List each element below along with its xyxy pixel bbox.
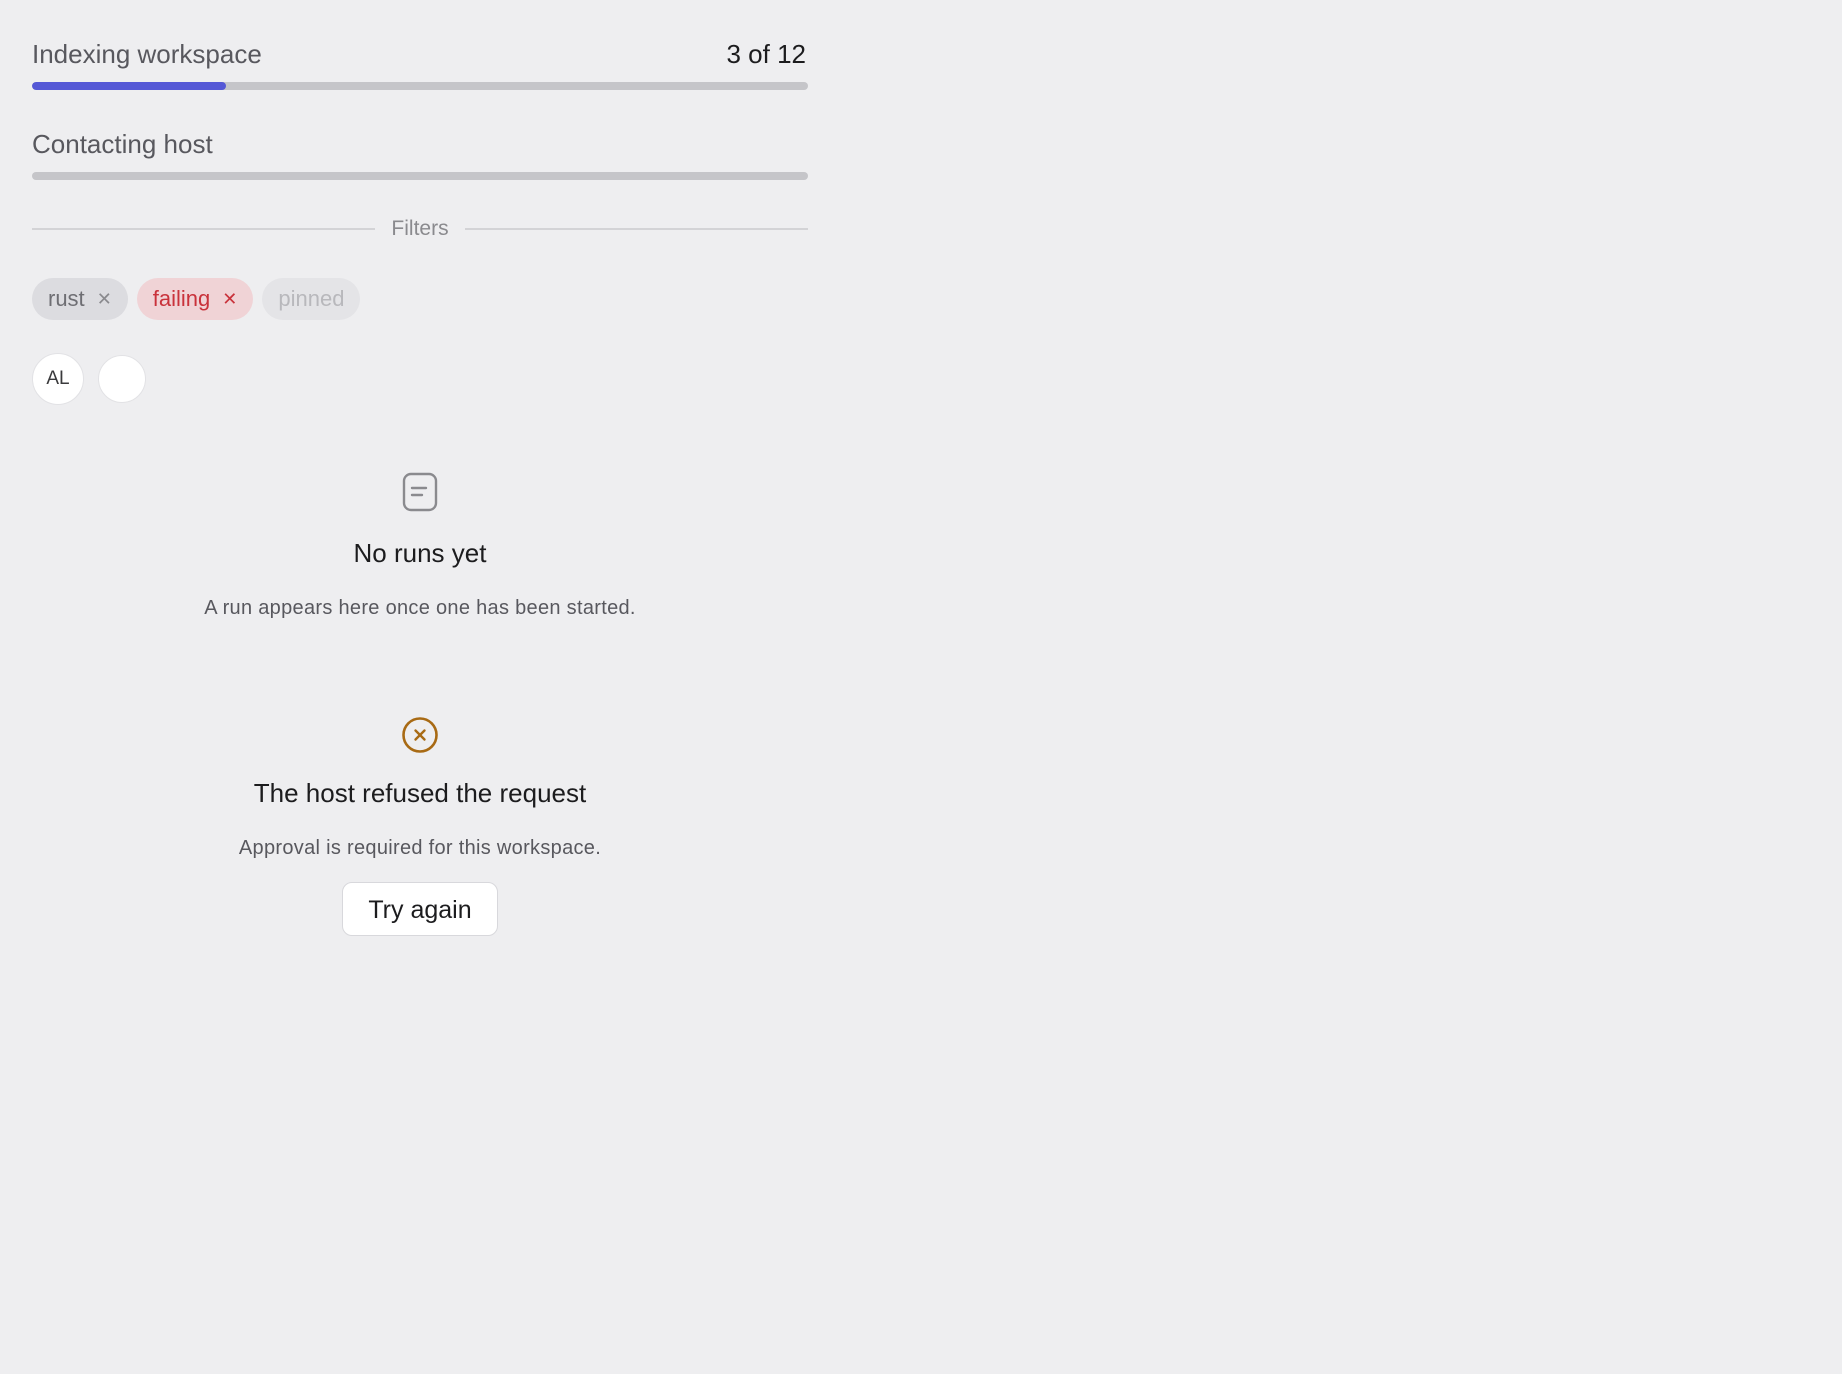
chip-label: failing: [152, 286, 211, 311]
error-state-title: The host refused the request: [253, 778, 587, 808]
filters-heading: Filters: [391, 217, 449, 240]
chip-label: rust: [48, 286, 85, 311]
avatar[interactable]: AL: [32, 353, 84, 405]
progress-track: [32, 172, 808, 180]
error-state: The host refused the request Approval is…: [32, 716, 808, 936]
error-state-description: Approval is required for this workspace.: [238, 837, 602, 859]
empty-state-description: A run appears here once one has been sta…: [204, 597, 636, 619]
filter-chip-pinned: pinned: [262, 278, 361, 320]
divider-line: [464, 228, 809, 230]
avatar-group: AL: [32, 353, 146, 405]
divider-line: [32, 228, 376, 230]
filter-chip-failing[interactable]: failing ✕: [136, 278, 254, 320]
filters-divider: Filters: [32, 214, 809, 244]
progress-label: Contacting host: [32, 128, 213, 159]
avatar-placeholder[interactable]: [98, 355, 146, 403]
try-again-button[interactable]: Try again: [342, 882, 498, 936]
chip-label: pinned: [278, 286, 345, 311]
filter-chip-rust[interactable]: rust ✕: [32, 278, 128, 320]
filter-chips: rust ✕ failing ✕ pinned: [32, 278, 361, 320]
progress-contacting: Contacting host: [32, 0, 808, 180]
close-icon[interactable]: ✕: [222, 289, 237, 310]
document-icon: [402, 472, 438, 512]
close-icon[interactable]: ✕: [97, 289, 112, 310]
error-circle-x-icon: [402, 717, 438, 753]
empty-state-title: No runs yet: [353, 538, 487, 568]
empty-state: No runs yet A run appears here once one …: [32, 472, 808, 620]
status-panel: Indexing workspace 3 of 12 Contacting ho…: [32, 0, 809, 936]
